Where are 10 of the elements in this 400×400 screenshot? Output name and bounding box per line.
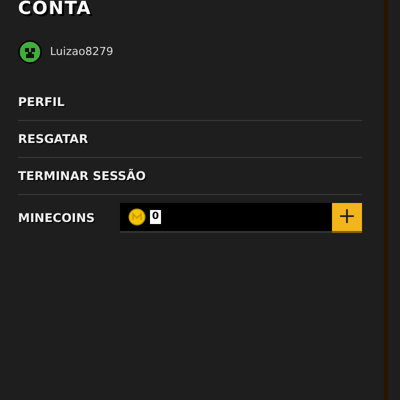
coin-icon [128, 208, 146, 226]
coin-balance: 0 [150, 210, 161, 224]
add-button[interactable]: + [332, 203, 362, 233]
menu-item[interactable]: RESGATAR [18, 121, 362, 158]
menu-item[interactable]: TERMINAR SESSÃO [18, 158, 362, 195]
page-title: CONTA [18, 0, 92, 18]
menu-item[interactable]: PERFIL [18, 84, 362, 121]
username: Luizao8279 [50, 44, 114, 60]
minecoins-label: MINECOINS [18, 210, 96, 227]
avatar-icon [18, 40, 42, 64]
